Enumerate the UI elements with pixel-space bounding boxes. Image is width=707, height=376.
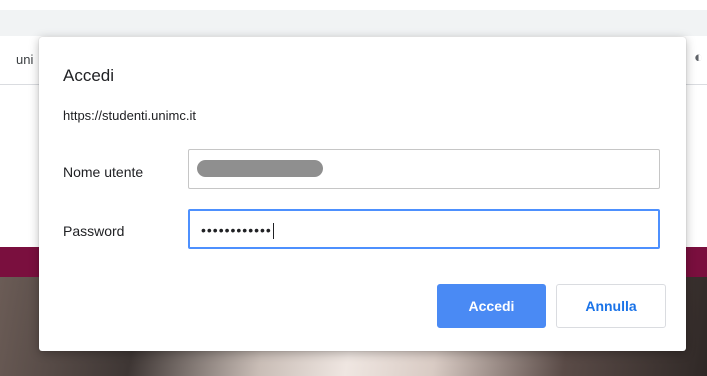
dialog-origin-url: https://studenti.unimc.it: [63, 108, 196, 123]
username-redaction: [197, 160, 323, 177]
username-field[interactable]: [188, 149, 660, 189]
page-nav-text: uni: [16, 52, 34, 67]
password-label: Password: [63, 223, 125, 239]
cancel-button[interactable]: Annulla: [556, 284, 666, 328]
sign-in-button[interactable]: Accedi: [437, 284, 546, 328]
auth-dialog: Accedi https://studenti.unimc.it Nome ut…: [39, 37, 686, 351]
browser-tab-strip: [0, 10, 707, 36]
password-value: ••••••••••••: [201, 222, 274, 240]
dialog-title: Accedi: [63, 66, 115, 85]
password-field[interactable]: ••••••••••••: [188, 209, 660, 249]
globe-icon[interactable]: ◐: [694, 50, 707, 65]
text-caret: [272, 223, 274, 240]
username-label: Nome utente: [63, 164, 144, 180]
